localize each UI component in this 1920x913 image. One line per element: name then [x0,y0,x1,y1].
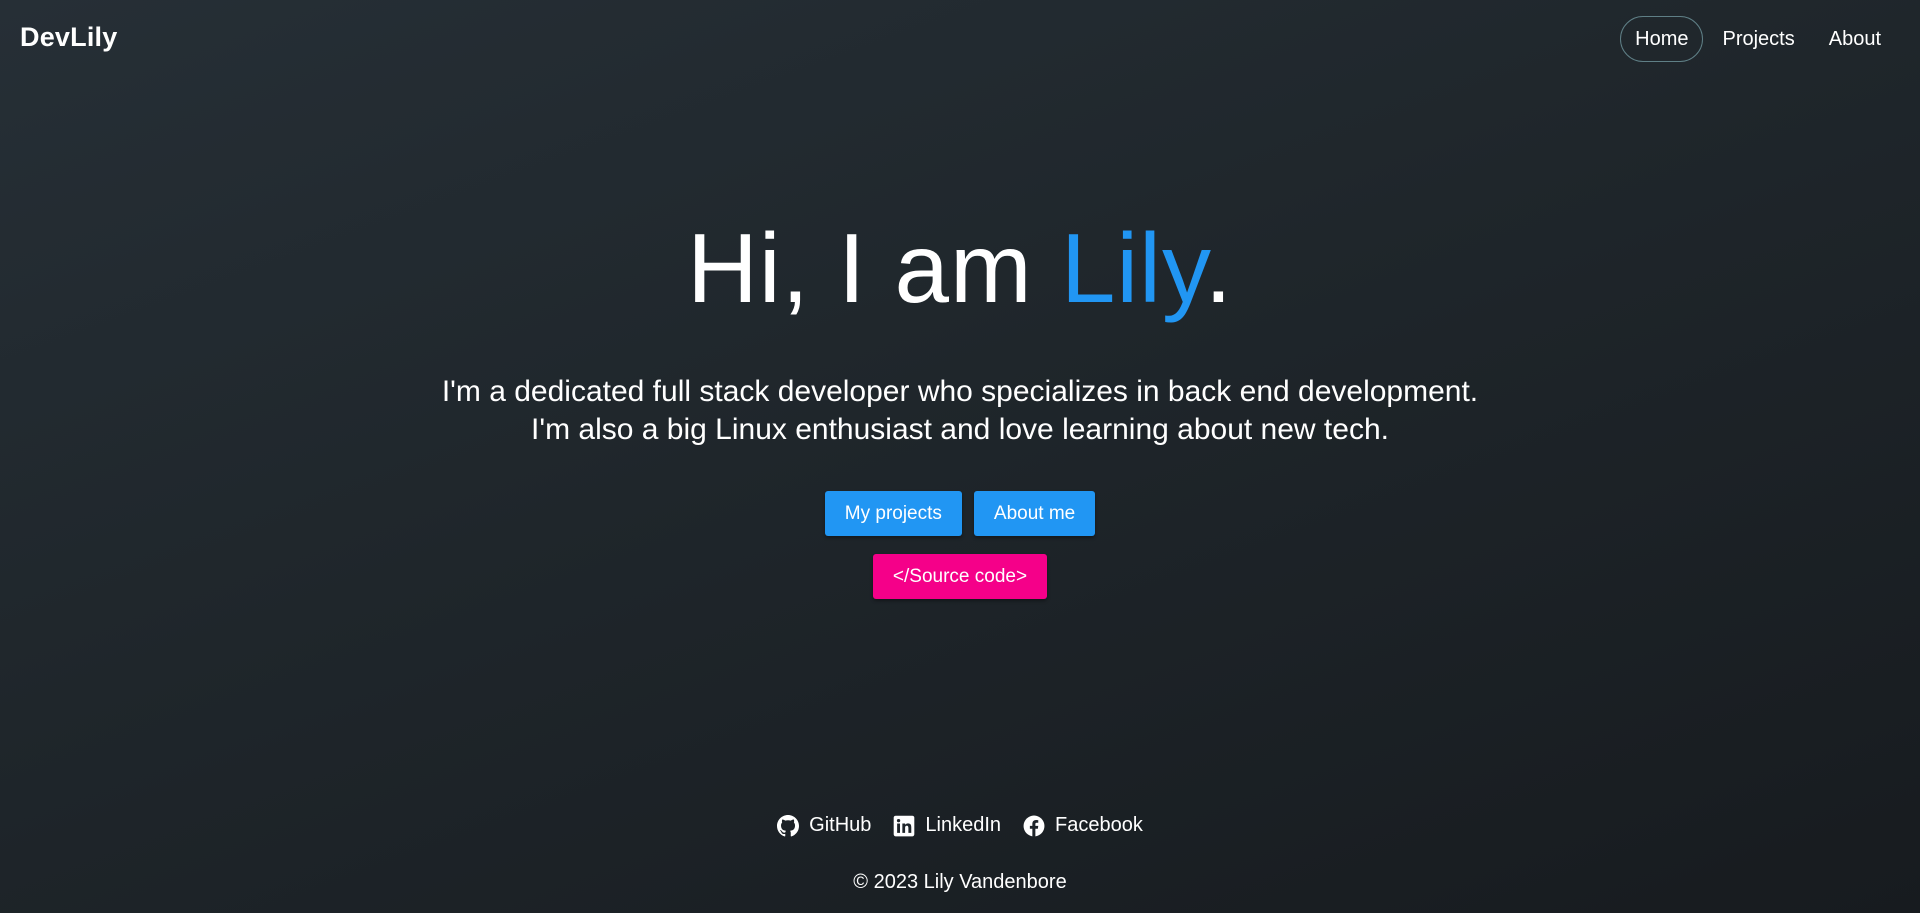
hero-button-row: My projects About me [0,491,1920,536]
my-projects-button[interactable]: My projects [824,491,962,536]
linkedin-icon [893,815,915,837]
github-link[interactable]: GitHub [777,814,871,837]
facebook-label: Facebook [1055,814,1143,836]
source-code-button[interactable]: </Source code> [872,554,1048,599]
hero-description: I'm a dedicated full stack developer who… [0,373,1920,449]
social-links: GitHub LinkedIn Facebook [0,814,1920,837]
facebook-icon [1023,815,1045,837]
main-nav: Home Projects About [1620,16,1896,62]
brand-logo[interactable]: DevLily [20,22,117,53]
nav-about[interactable]: About [1814,16,1896,62]
source-button-row: </Source code> [0,554,1920,599]
hero-desc-line-2: I'm also a big Linux enthusiast and love… [531,413,1389,446]
hero-desc-line-1: I'm a dedicated full stack developer who… [441,375,1479,408]
linkedin-link[interactable]: LinkedIn [893,814,1001,837]
copyright-text: © 2023 Lily Vandenbore [853,871,1067,893]
hero-title-prefix: Hi, I am [687,213,1061,323]
github-label: GitHub [809,814,872,836]
about-me-button[interactable]: About me [973,491,1096,536]
hero-title: Hi, I am Lily. [0,205,1920,331]
nav-home[interactable]: Home [1620,16,1704,62]
github-icon [777,814,800,837]
hero-section: Hi, I am Lily. I'm a dedicated full stac… [0,205,1920,599]
hero-title-suffix: . [1204,213,1233,323]
nav-projects[interactable]: Projects [1707,16,1809,62]
linkedin-label: LinkedIn [925,814,1002,836]
hero-title-name: Lily [1060,213,1205,323]
facebook-link[interactable]: Facebook [1023,814,1143,837]
